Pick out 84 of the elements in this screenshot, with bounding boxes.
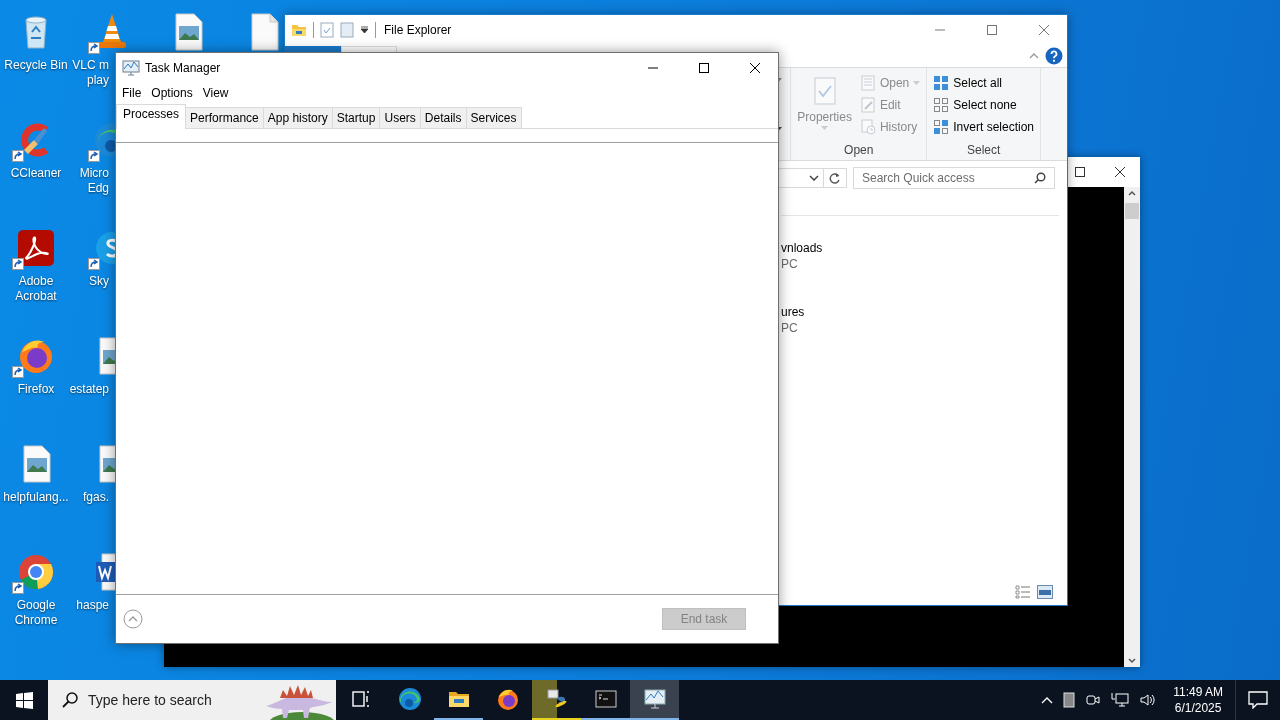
tab[interactable]: App history: [262, 107, 333, 128]
maximize-icon[interactable]: [1075, 167, 1085, 177]
clock-document-icon: [859, 119, 876, 135]
folder-icon[interactable]: [291, 22, 307, 38]
swirl-icon: [397, 687, 422, 711]
scrollbar-thumb[interactable]: [1125, 203, 1139, 219]
half-grid-icon: [933, 119, 950, 135]
window-title: File Explorer: [384, 23, 452, 37]
windows-logo-icon: [15, 691, 33, 709]
folder-location: PC: [781, 256, 799, 272]
icon-label: Chrome: [14, 613, 58, 628]
chevron-up-icon[interactable]: [1041, 696, 1054, 704]
address-bar[interactable]: [779, 168, 847, 188]
monitor-chart-icon[interactable]: [122, 60, 140, 76]
fox-globe-icon: [495, 687, 520, 711]
folder-location: PC: [781, 320, 799, 336]
icon-label: Sky: [89, 274, 109, 289]
ribbon-button[interactable]: Invert selection: [931, 116, 1036, 138]
tablet-icon[interactable]: [1063, 692, 1076, 708]
search-icon: [1034, 172, 1046, 184]
clock-time[interactable]: 11:49 AM: [1173, 684, 1223, 700]
clock-date[interactable]: 6/1/2025: [1174, 700, 1222, 716]
icon-label: helpfulang...: [3, 490, 69, 505]
search-field[interactable]: Search Quick access: [853, 167, 1055, 189]
tab[interactable]: Performance: [185, 107, 264, 128]
icon-label: estatep: [69, 382, 109, 397]
tab[interactable]: Users: [379, 107, 421, 128]
tab[interactable]: Details: [419, 107, 467, 128]
icon-label: Google: [16, 598, 56, 613]
tab[interactable]: Startup: [331, 107, 381, 128]
folder-name[interactable]: vnloads: [781, 240, 1059, 256]
tab[interactable]: Services: [465, 107, 522, 128]
menu-item[interactable]: View: [198, 86, 235, 100]
empty-grid-icon: [933, 97, 950, 113]
close-icon[interactable]: [1115, 167, 1125, 177]
pencil-document-icon: [859, 97, 876, 113]
icon-label: Edg: [87, 181, 109, 196]
search-icon: [62, 692, 78, 708]
chevron-down-icon[interactable]: [808, 175, 819, 181]
document-icon: [859, 75, 876, 91]
scrollbar[interactable]: [1124, 187, 1140, 667]
taskbar-button[interactable]: [630, 680, 679, 720]
icon-label: Recycle Bin: [4, 58, 68, 73]
maximize-icon[interactable]: [699, 63, 709, 73]
icon-label: VLC m: [72, 58, 109, 73]
grid-icon: [933, 75, 950, 91]
group-label: Open: [843, 142, 875, 159]
icon-label: Micro: [79, 166, 109, 181]
menu-item[interactable]: File: [118, 86, 148, 100]
tab[interactable]: Processes: [116, 104, 187, 129]
icon-label: Adobe: [18, 274, 54, 289]
monitor-chart-icon: [642, 687, 667, 711]
icon-label: Acrobat: [15, 289, 57, 304]
ribbon-button[interactable]: Select none: [931, 94, 1036, 116]
collapse-chevron-icon[interactable]: [1029, 52, 1039, 60]
ribbon-button[interactable]: Select all: [931, 72, 1036, 94]
camera-icon[interactable]: [1085, 692, 1102, 708]
menu-item[interactable]: Options: [147, 86, 199, 100]
dropdown-caret-icon: [913, 80, 921, 86]
notification-icon[interactable]: [1248, 691, 1268, 709]
dropdown-caret-icon: [821, 126, 829, 131]
volume-icon[interactable]: [1139, 692, 1158, 708]
large-icons-view-icon[interactable]: [1037, 585, 1053, 599]
search-bar[interactable]: Type here to search: [48, 680, 336, 720]
folder-name[interactable]: ures: [781, 304, 1059, 320]
close-icon[interactable]: [750, 63, 760, 73]
icon-label: Firefox: [17, 382, 55, 397]
tricolor-circle-icon[interactable]: [16, 552, 56, 592]
search-field[interactable]: Type here to search: [88, 689, 248, 711]
taskbar-button[interactable]: [532, 680, 581, 720]
help-icon[interactable]: [1045, 47, 1063, 65]
refresh-icon[interactable]: [829, 172, 841, 184]
icon-label: CCleaner: [10, 166, 62, 181]
pdf-app-icon[interactable]: [16, 228, 56, 268]
terminal-icon: [593, 687, 618, 711]
collapse-circle-icon[interactable]: [123, 609, 143, 629]
icon-label: haspe: [76, 598, 109, 613]
window-title: Task Manager: [145, 61, 221, 75]
network-icon[interactable]: [1111, 692, 1130, 708]
check-document-icon[interactable]: [320, 22, 334, 38]
group-label: Select: [965, 142, 1002, 159]
dropdown-caret-icon[interactable]: [360, 26, 369, 34]
icon-label: play: [87, 73, 109, 88]
icon-label: fgas.: [83, 490, 109, 505]
